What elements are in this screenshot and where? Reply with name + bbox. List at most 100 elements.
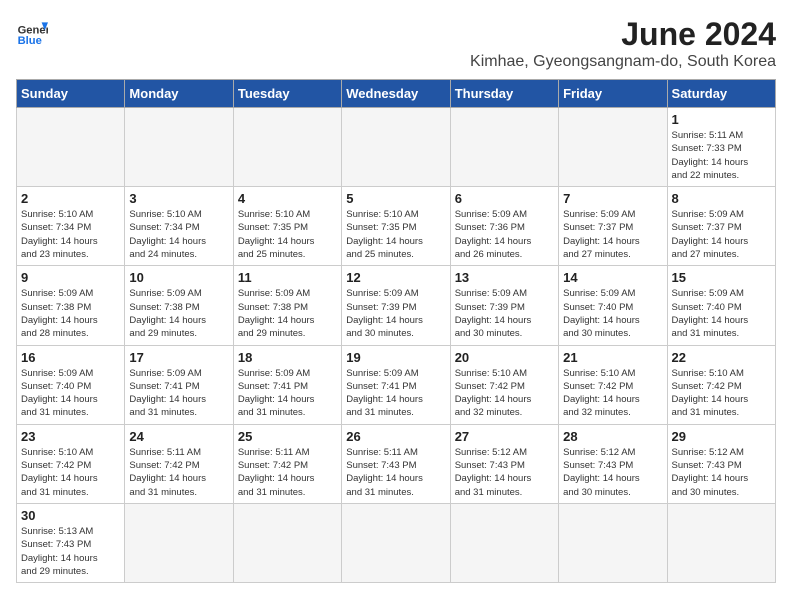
day-info: Sunrise: 5:09 AM Sunset: 7:37 PM Dayligh… — [672, 208, 771, 261]
calendar-cell: 28 Sunrise: 5:12 AM Sunset: 7:43 PM Dayli… — [559, 424, 667, 503]
calendar-cell: 6 Sunrise: 5:09 AM Sunset: 7:36 PM Daylig… — [450, 187, 558, 266]
day-number: 29 — [672, 429, 771, 444]
day-header-tuesday: Tuesday — [233, 80, 341, 108]
day-info: Sunrise: 5:09 AM Sunset: 7:38 PM Dayligh… — [238, 287, 337, 340]
day-info: Sunrise: 5:09 AM Sunset: 7:41 PM Dayligh… — [129, 367, 228, 420]
day-info: Sunrise: 5:10 AM Sunset: 7:34 PM Dayligh… — [129, 208, 228, 261]
calendar-cell: 21Sunrise: 5:10 AM Sunset: 7:42 PM Dayli… — [559, 345, 667, 424]
day-info: Sunrise: 5:09 AM Sunset: 7:36 PM Dayligh… — [455, 208, 554, 261]
day-header-monday: Monday — [125, 80, 233, 108]
calendar-cell — [233, 503, 341, 582]
day-number: 28 — [563, 429, 662, 444]
day-info: Sunrise: 5:10 AM Sunset: 7:42 PM Dayligh… — [21, 446, 120, 499]
calendar-cell: 20 Sunrise: 5:10 AM Sunset: 7:42 PM Dayli… — [450, 345, 558, 424]
calendar-week-4: 23Sunrise: 5:10 AM Sunset: 7:42 PM Dayli… — [17, 424, 776, 503]
day-info: Sunrise: 5:09 AM Sunset: 7:38 PM Dayligh… — [21, 287, 120, 340]
calendar-cell: 23Sunrise: 5:10 AM Sunset: 7:42 PM Dayli… — [17, 424, 125, 503]
calendar-week-1: 2Sunrise: 5:10 AM Sunset: 7:34 PM Daylig… — [17, 187, 776, 266]
day-number: 22 — [672, 350, 771, 365]
calendar-cell: 9 Sunrise: 5:09 AM Sunset: 7:38 PM Daylig… — [17, 266, 125, 345]
logo-icon: General Blue — [16, 16, 48, 48]
day-number: 6 — [455, 191, 554, 206]
calendar-cell: 10Sunrise: 5:09 AM Sunset: 7:38 PM Dayli… — [125, 266, 233, 345]
day-info: Sunrise: 5:09 AM Sunset: 7:40 PM Dayligh… — [21, 367, 120, 420]
day-number: 7 — [563, 191, 662, 206]
day-number: 19 — [346, 350, 445, 365]
day-number: 24 — [129, 429, 228, 444]
calendar-cell — [125, 108, 233, 187]
calendar-cell: 30 Sunrise: 5:13 AM Sunset: 7:43 PM Dayli… — [17, 503, 125, 582]
calendar-cell: 22 Sunrise: 5:10 AM Sunset: 7:42 PM Dayli… — [667, 345, 775, 424]
calendar-cell: 17Sunrise: 5:09 AM Sunset: 7:41 PM Dayli… — [125, 345, 233, 424]
calendar-cell: 26 Sunrise: 5:11 AM Sunset: 7:43 PM Dayli… — [342, 424, 450, 503]
calendar-body: 1 Sunrise: 5:11 AM Sunset: 7:33 PM Daylig… — [17, 108, 776, 583]
day-info: Sunrise: 5:12 AM Sunset: 7:43 PM Dayligh… — [455, 446, 554, 499]
calendar-cell: 19Sunrise: 5:09 AM Sunset: 7:41 PM Dayli… — [342, 345, 450, 424]
day-header-sunday: Sunday — [17, 80, 125, 108]
day-info: Sunrise: 5:11 AM Sunset: 7:43 PM Dayligh… — [346, 446, 445, 499]
calendar-cell: 4 Sunrise: 5:10 AM Sunset: 7:35 PM Daylig… — [233, 187, 341, 266]
day-number: 30 — [21, 508, 120, 523]
day-number: 9 — [21, 270, 120, 285]
day-info: Sunrise: 5:10 AM Sunset: 7:42 PM Dayligh… — [672, 367, 771, 420]
day-info: Sunrise: 5:09 AM Sunset: 7:39 PM Dayligh… — [346, 287, 445, 340]
day-number: 1 — [672, 112, 771, 127]
day-info: Sunrise: 5:11 AM Sunset: 7:33 PM Dayligh… — [672, 129, 771, 182]
calendar-cell: 12 Sunrise: 5:09 AM Sunset: 7:39 PM Dayli… — [342, 266, 450, 345]
calendar-title: June 2024 — [470, 16, 776, 53]
day-info: Sunrise: 5:10 AM Sunset: 7:35 PM Dayligh… — [238, 208, 337, 261]
calendar-cell: 2Sunrise: 5:10 AM Sunset: 7:34 PM Daylig… — [17, 187, 125, 266]
calendar-cell: 7 Sunrise: 5:09 AM Sunset: 7:37 PM Daylig… — [559, 187, 667, 266]
day-number: 26 — [346, 429, 445, 444]
day-header-saturday: Saturday — [667, 80, 775, 108]
day-number: 27 — [455, 429, 554, 444]
day-header-friday: Friday — [559, 80, 667, 108]
days-header-row: SundayMondayTuesdayWednesdayThursdayFrid… — [17, 80, 776, 108]
day-number: 20 — [455, 350, 554, 365]
calendar-cell — [667, 503, 775, 582]
title-area: June 2024 Kimhae, Gyeongsangnam-do, Sout… — [470, 16, 776, 71]
day-number: 16 — [21, 350, 120, 365]
calendar-cell: 27 Sunrise: 5:12 AM Sunset: 7:43 PM Dayli… — [450, 424, 558, 503]
calendar-week-3: 16 Sunrise: 5:09 AM Sunset: 7:40 PM Dayli… — [17, 345, 776, 424]
day-info: Sunrise: 5:13 AM Sunset: 7:43 PM Dayligh… — [21, 525, 120, 578]
calendar-cell: 11 Sunrise: 5:09 AM Sunset: 7:38 PM Dayli… — [233, 266, 341, 345]
calendar-cell — [450, 108, 558, 187]
calendar-cell: 1 Sunrise: 5:11 AM Sunset: 7:33 PM Daylig… — [667, 108, 775, 187]
calendar-cell: 18 Sunrise: 5:09 AM Sunset: 7:41 PM Dayli… — [233, 345, 341, 424]
calendar-cell: 13Sunrise: 5:09 AM Sunset: 7:39 PM Dayli… — [450, 266, 558, 345]
day-info: Sunrise: 5:11 AM Sunset: 7:42 PM Dayligh… — [129, 446, 228, 499]
calendar-header: General Blue June 2024 Kimhae, Gyeongsan… — [16, 16, 776, 71]
calendar-cell: 14Sunrise: 5:09 AM Sunset: 7:40 PM Dayli… — [559, 266, 667, 345]
calendar-week-0: 1 Sunrise: 5:11 AM Sunset: 7:33 PM Daylig… — [17, 108, 776, 187]
day-info: Sunrise: 5:09 AM Sunset: 7:41 PM Dayligh… — [238, 367, 337, 420]
day-number: 11 — [238, 270, 337, 285]
calendar-cell: 16 Sunrise: 5:09 AM Sunset: 7:40 PM Dayli… — [17, 345, 125, 424]
calendar-subtitle: Kimhae, Gyeongsangnam-do, South Korea — [470, 53, 776, 71]
calendar-cell: 25Sunrise: 5:11 AM Sunset: 7:42 PM Dayli… — [233, 424, 341, 503]
day-header-wednesday: Wednesday — [342, 80, 450, 108]
calendar-cell — [450, 503, 558, 582]
day-number: 12 — [346, 270, 445, 285]
day-info: Sunrise: 5:10 AM Sunset: 7:35 PM Dayligh… — [346, 208, 445, 261]
day-number: 10 — [129, 270, 228, 285]
day-number: 8 — [672, 191, 771, 206]
day-header-thursday: Thursday — [450, 80, 558, 108]
day-number: 5 — [346, 191, 445, 206]
day-info: Sunrise: 5:10 AM Sunset: 7:42 PM Dayligh… — [455, 367, 554, 420]
day-number: 25 — [238, 429, 337, 444]
day-info: Sunrise: 5:12 AM Sunset: 7:43 PM Dayligh… — [563, 446, 662, 499]
calendar-week-5: 30 Sunrise: 5:13 AM Sunset: 7:43 PM Dayli… — [17, 503, 776, 582]
day-number: 4 — [238, 191, 337, 206]
calendar-cell — [125, 503, 233, 582]
calendar-cell — [233, 108, 341, 187]
day-info: Sunrise: 5:09 AM Sunset: 7:40 PM Dayligh… — [672, 287, 771, 340]
day-number: 14 — [563, 270, 662, 285]
logo: General Blue — [16, 16, 48, 48]
calendar-cell: 3Sunrise: 5:10 AM Sunset: 7:34 PM Daylig… — [125, 187, 233, 266]
day-info: Sunrise: 5:09 AM Sunset: 7:37 PM Dayligh… — [563, 208, 662, 261]
day-info: Sunrise: 5:10 AM Sunset: 7:34 PM Dayligh… — [21, 208, 120, 261]
day-number: 18 — [238, 350, 337, 365]
day-number: 21 — [563, 350, 662, 365]
calendar-cell: 15Sunrise: 5:09 AM Sunset: 7:40 PM Dayli… — [667, 266, 775, 345]
